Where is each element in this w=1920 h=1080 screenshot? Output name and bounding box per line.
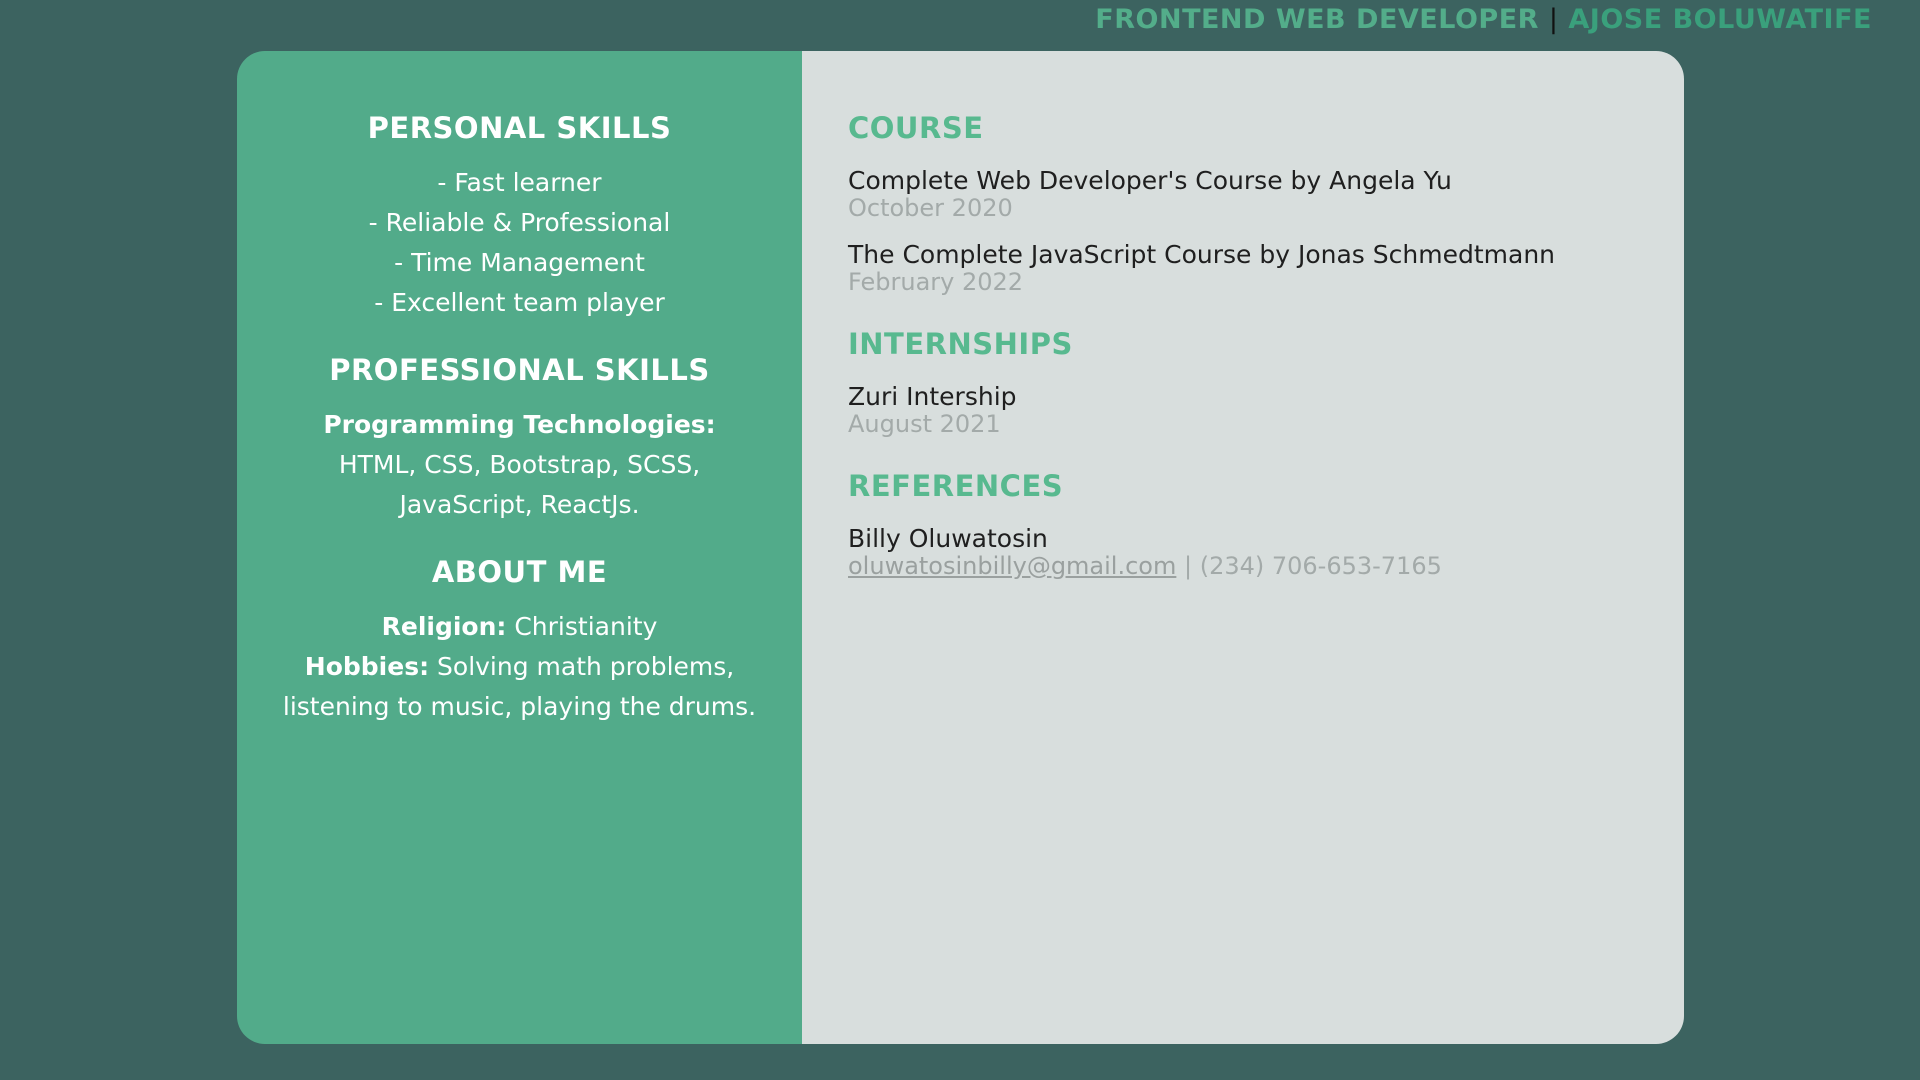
internship-date: August 2021: [848, 410, 1001, 438]
course-date: October 2020: [848, 194, 1013, 222]
internship-title: Zuri Intership: [848, 382, 1017, 411]
hobbies-label: Hobbies:: [304, 652, 430, 681]
left-panel: PERSONAL SKILLS - Fast learner - Reliabl…: [237, 51, 802, 1044]
skill-item: - Excellent team player: [374, 288, 665, 317]
role-title: FRONTEND WEB DEVELOPER: [1095, 4, 1539, 35]
hobbies-line-2: listening to music, playing the drums.: [282, 692, 757, 721]
personal-skills-list: - Fast learner - Reliable & Professional…: [237, 163, 802, 323]
course-title: The Complete JavaScript Course by Jonas …: [848, 240, 1556, 269]
course-entry: The Complete JavaScript Course by Jonas …: [848, 240, 1684, 296]
course-entry: Complete Web Developer's Course by Angel…: [848, 166, 1684, 222]
tech-line-2: JavaScript, ReactJs.: [399, 490, 640, 519]
resume-card: PERSONAL SKILLS - Fast learner - Reliabl…: [237, 51, 1684, 1044]
right-panel: COURSE Complete Web Developer's Course b…: [802, 51, 1684, 1044]
reference-email-link[interactable]: oluwatosinbilly@gmail.com: [848, 552, 1176, 580]
tech-line-1: HTML, CSS, Bootstrap, SCSS,: [338, 450, 701, 479]
skill-item: - Fast learner: [437, 168, 602, 197]
religion-value: Christianity: [506, 612, 658, 641]
religion-line: Religion: Christianity: [237, 607, 802, 647]
hobbies-value: Solving math problems,: [429, 652, 735, 681]
about-me-section: ABOUT ME Religion: Christianity Hobbies:…: [237, 555, 802, 727]
course-title: Complete Web Developer's Course by Angel…: [848, 166, 1452, 195]
reference-contact: oluwatosinbilly@gmail.com | (234) 706-65…: [848, 553, 1684, 579]
reference-phone: | (234) 706-653-7165: [1176, 552, 1442, 580]
course-heading: COURSE: [848, 111, 984, 145]
about-me-heading: ABOUT ME: [431, 555, 608, 589]
person-name: AJOSE BOLUWATIFE: [1568, 4, 1872, 35]
reference-entry: Billy Oluwatosin oluwatosinbilly@gmail.c…: [848, 524, 1684, 580]
programming-label: Programming Technologies:: [323, 410, 716, 439]
skill-item: - Time Management: [394, 248, 645, 277]
professional-skills-section: PROFESSIONAL SKILLS Programming Technolo…: [237, 353, 802, 525]
personal-skills-section: PERSONAL SKILLS - Fast learner - Reliabl…: [237, 111, 802, 323]
internship-entry: Zuri Intership August 2021: [848, 382, 1684, 438]
skill-item: - Reliable & Professional: [368, 208, 671, 237]
personal-skills-heading: PERSONAL SKILLS: [367, 111, 672, 145]
about-me-body: Religion: Christianity Hobbies: Solving …: [237, 607, 802, 727]
reference-name: Billy Oluwatosin: [848, 524, 1048, 553]
header-title: FRONTEND WEB DEVELOPER | AJOSE BOLUWATIF…: [1095, 4, 1872, 35]
professional-skills-body: Programming Technologies: HTML, CSS, Boo…: [237, 405, 802, 525]
religion-label: Religion:: [381, 612, 507, 641]
professional-skills-heading: PROFESSIONAL SKILLS: [329, 353, 710, 387]
references-heading: REFERENCES: [848, 469, 1064, 503]
internships-heading: INTERNSHIPS: [848, 327, 1073, 361]
course-date: February 2022: [848, 268, 1024, 296]
title-separator: |: [1548, 4, 1559, 35]
hobbies-line: Hobbies: Solving math problems,: [237, 647, 802, 687]
